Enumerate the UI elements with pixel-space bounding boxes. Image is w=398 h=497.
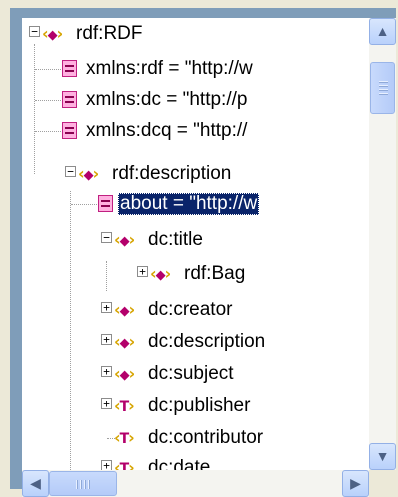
vertical-scroll-thumb[interactable] (370, 62, 395, 114)
xml-tree-panel: − ‹◆› rdf:RDF xmlns:rdf = "http://w xmln… (10, 8, 396, 497)
grip-line (88, 480, 90, 489)
node-label[interactable]: dc:title (146, 229, 205, 251)
scrollbar-corner (369, 470, 396, 497)
arrow-right-icon: ▶ (350, 475, 361, 491)
collapse-toggle[interactable]: − (101, 232, 112, 243)
expand-toggle[interactable]: + (137, 266, 148, 277)
element-node-icon: ‹◆› (114, 364, 135, 383)
node-label[interactable]: xmlns:rdf = "http://w (84, 58, 255, 80)
tree-guide-line (35, 131, 61, 133)
grip-line (379, 81, 388, 83)
tree-node-attribute-selected[interactable]: about = "http://w (22, 188, 369, 220)
node-label[interactable]: dc:description (146, 331, 267, 353)
attribute-node-icon (62, 60, 77, 77)
expand-toggle[interactable]: + (101, 460, 112, 470)
tree-node-dc-creator[interactable]: + ‹◆› dc:creator (22, 294, 369, 326)
arrow-left-icon: ◀ (30, 475, 41, 491)
scroll-right-button[interactable]: ▶ (342, 470, 369, 497)
grip-line (84, 480, 86, 489)
tree-node-rdf-rdf[interactable]: − ‹◆› rdf:RDF (22, 18, 369, 50)
scroll-down-button[interactable]: ▼ (369, 443, 396, 470)
grip-line (80, 480, 82, 489)
node-label[interactable]: dc:date (146, 457, 212, 470)
node-label[interactable]: rdf:description (110, 163, 233, 185)
expand-toggle[interactable]: + (101, 366, 112, 377)
expand-toggle[interactable]: + (101, 334, 112, 345)
node-label[interactable]: xmlns:dcq = "http:// (84, 120, 249, 142)
grip-line (379, 93, 388, 95)
tree-guide-line (35, 100, 61, 102)
arrow-down-icon: ▼ (375, 448, 390, 464)
element-node-icon: ‹◆› (114, 230, 135, 249)
tree-node-dc-title[interactable]: − ‹◆› dc:title (22, 224, 369, 256)
tree-node-attribute[interactable]: xmlns:dc = "http://p (22, 84, 369, 116)
tree-node-dc-subject[interactable]: + ‹◆› dc:subject (22, 358, 369, 390)
node-label[interactable]: dc:creator (146, 299, 234, 321)
expand-toggle[interactable]: + (101, 302, 112, 313)
element-node-icon: ‹◆› (114, 300, 135, 319)
arrow-up-icon: ▲ (375, 23, 390, 39)
grip-line (76, 480, 78, 489)
collapse-toggle[interactable]: − (29, 26, 40, 37)
tree-node-dc-description[interactable]: + ‹◆› dc:description (22, 326, 369, 358)
node-label[interactable]: dc:contributor (146, 427, 265, 449)
xml-tree-view[interactable]: − ‹◆› rdf:RDF xmlns:rdf = "http://w xmln… (22, 18, 369, 470)
node-label[interactable]: dc:subject (146, 363, 236, 385)
collapse-toggle[interactable]: − (65, 166, 76, 177)
node-label[interactable]: about = "http://w (118, 193, 260, 215)
tree-guide-line (35, 69, 61, 71)
attribute-node-icon (62, 91, 77, 108)
node-label[interactable]: rdf:Bag (182, 263, 247, 285)
horizontal-scrollbar[interactable]: ◀ ▶ (22, 470, 369, 497)
tree-node-dc-contributor[interactable]: ‹T› dc:contributor (22, 422, 369, 454)
tree-node-dc-publisher[interactable]: + ‹T› dc:publisher (22, 390, 369, 422)
attribute-node-icon (98, 195, 113, 212)
tree-node-dc-date[interactable]: + ‹T› dc:date (22, 452, 369, 470)
grip-line (379, 89, 388, 91)
tree-node-rdf-description[interactable]: − ‹◆› rdf:description (22, 158, 369, 190)
vertical-scrollbar[interactable]: ▲ ▼ (369, 18, 396, 470)
element-node-icon: ‹◆› (42, 24, 63, 43)
tree-node-rdf-bag[interactable]: + ‹◆› rdf:Bag (22, 258, 369, 290)
horizontal-scroll-thumb[interactable] (49, 471, 117, 496)
text-element-node-icon: ‹T› (114, 396, 135, 415)
scroll-left-button[interactable]: ◀ (22, 470, 49, 497)
tree-node-attribute[interactable]: xmlns:rdf = "http://w (22, 53, 369, 85)
attribute-node-icon (62, 122, 77, 139)
element-node-icon: ‹◆› (150, 264, 171, 283)
node-label[interactable]: dc:publisher (146, 395, 252, 417)
node-label[interactable]: xmlns:dc = "http://p (84, 89, 249, 111)
text-element-node-icon: ‹T› (114, 458, 135, 470)
expand-toggle[interactable]: + (101, 398, 112, 409)
tree-guide-line (71, 204, 97, 206)
scroll-up-button[interactable]: ▲ (369, 18, 396, 45)
tree-node-attribute[interactable]: xmlns:dcq = "http:// (22, 115, 369, 147)
grip-line (379, 85, 388, 87)
element-node-icon: ‹◆› (78, 164, 99, 183)
text-element-node-icon: ‹T› (114, 428, 135, 447)
element-node-icon: ‹◆› (114, 332, 135, 351)
node-label[interactable]: rdf:RDF (74, 23, 145, 45)
